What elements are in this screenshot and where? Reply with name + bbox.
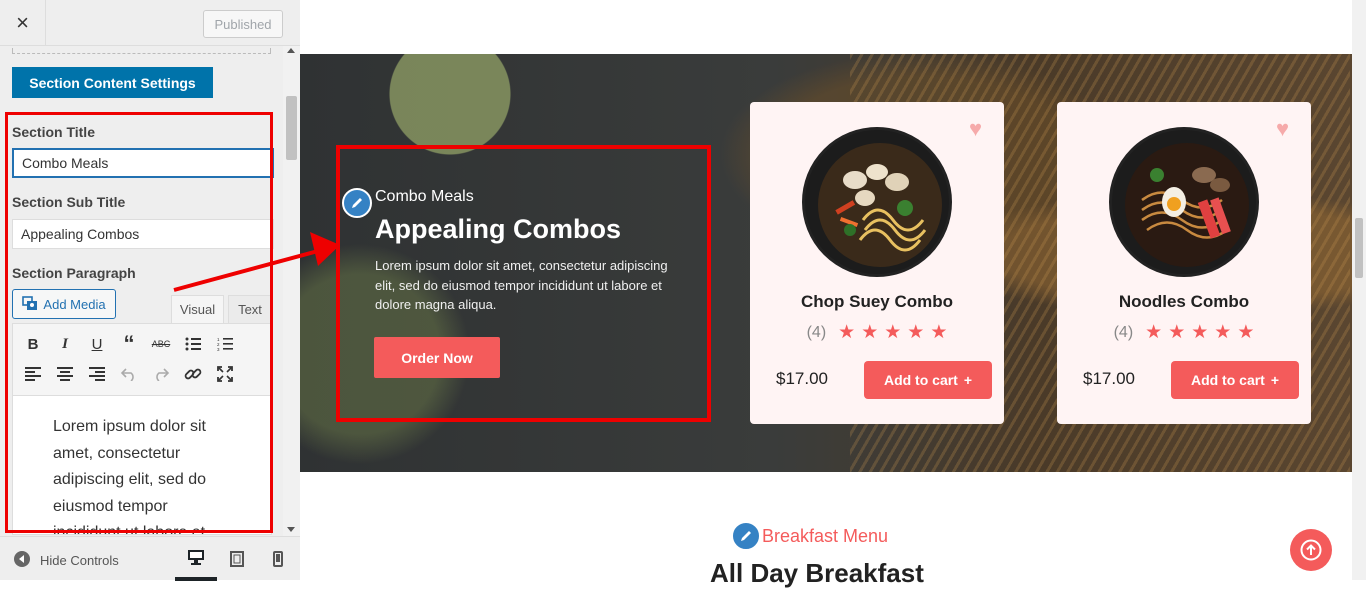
product-name[interactable]: Noodles Combo	[1057, 292, 1311, 312]
star-icon: ★	[838, 322, 856, 343]
sidebar-scrollbar[interactable]	[283, 46, 300, 536]
close-icon[interactable]: ×	[0, 0, 46, 46]
plus-icon: +	[963, 372, 973, 388]
star-icon: ★	[884, 322, 902, 343]
product-rating: (4) ★ ★ ★ ★ ★	[750, 323, 1004, 342]
customizer-sidebar: × Published Section Content Settings Sec…	[0, 0, 300, 581]
scroll-up-icon[interactable]	[287, 48, 295, 53]
star-icon: ★	[930, 322, 948, 343]
breakfast-title: All Day Breakfast	[710, 558, 924, 588]
breakfast-subtitle: Breakfast Menu	[762, 526, 889, 546]
sidebar-scroll-thumb[interactable]	[286, 96, 297, 160]
hero-paragraph: Lorem ipsum dolor sit amet, consectetur …	[375, 258, 668, 312]
add-to-cart-label: Add to cart	[883, 372, 958, 388]
wishlist-heart-icon[interactable]: ♥	[969, 116, 982, 142]
customizer-footer: Hide Controls	[0, 536, 300, 581]
divider	[12, 48, 271, 54]
product-name[interactable]: Chop Suey Combo	[750, 292, 1004, 312]
star-icon: ★	[1237, 322, 1255, 343]
order-now-button[interactable]: Order Now	[374, 337, 500, 378]
page-scroll-thumb[interactable]	[1355, 218, 1363, 278]
noodles-combo-image	[1109, 127, 1259, 277]
tablet-preview-icon[interactable]	[216, 537, 258, 581]
hero-subtitle: Combo Meals	[375, 188, 474, 205]
product-card: ♥ Chop Suey Combo (4) ★ ★ ★ ★ ★ $17.00 A…	[750, 102, 1004, 424]
highlight-box-settings	[5, 112, 273, 533]
product-card: ♥ Noodles Combo (4) ★ ★ ★ ★ ★ $17.00 Add…	[1057, 102, 1311, 424]
edit-shortcut-pencil-icon[interactable]	[731, 521, 761, 551]
star-icon: ★	[1168, 322, 1186, 343]
hide-controls-button[interactable]: Hide Controls	[14, 551, 119, 570]
star-icon: ★	[907, 322, 925, 343]
published-button[interactable]: Published	[203, 10, 283, 38]
star-icon: ★	[1191, 322, 1209, 343]
hero-title: Appealing Combos	[375, 214, 622, 244]
star-icon: ★	[861, 322, 879, 343]
hide-controls-label: Hide Controls	[40, 553, 119, 568]
collapse-arrow-icon	[14, 551, 30, 570]
add-to-cart-button[interactable]: Add to cart +	[1171, 361, 1299, 399]
rating-count: (4)	[1113, 323, 1134, 341]
scroll-down-icon[interactable]	[287, 527, 295, 532]
page-scrollbar[interactable]	[1352, 0, 1366, 580]
product-price: $17.00	[776, 369, 828, 388]
customizer-header: × Published	[0, 0, 300, 46]
chop-suey-image	[802, 127, 952, 277]
plus-icon: +	[1270, 372, 1280, 388]
section-content-settings-button[interactable]: Section Content Settings	[12, 67, 213, 98]
mobile-preview-icon[interactable]	[257, 537, 299, 581]
add-to-cart-label: Add to cart	[1190, 372, 1265, 388]
star-icon: ★	[1214, 322, 1232, 343]
arrow-up-icon	[1300, 539, 1322, 561]
product-price: $17.00	[1083, 369, 1135, 388]
wishlist-heart-icon[interactable]: ♥	[1276, 116, 1289, 142]
rating-count: (4)	[806, 323, 827, 341]
star-icon: ★	[1145, 322, 1163, 343]
product-rating: (4) ★ ★ ★ ★ ★	[1057, 323, 1311, 342]
add-to-cart-button[interactable]: Add to cart +	[864, 361, 992, 399]
edit-shortcut-pencil-icon[interactable]	[342, 188, 372, 218]
desktop-preview-icon[interactable]	[175, 537, 217, 581]
scroll-to-top-button[interactable]	[1290, 529, 1332, 571]
